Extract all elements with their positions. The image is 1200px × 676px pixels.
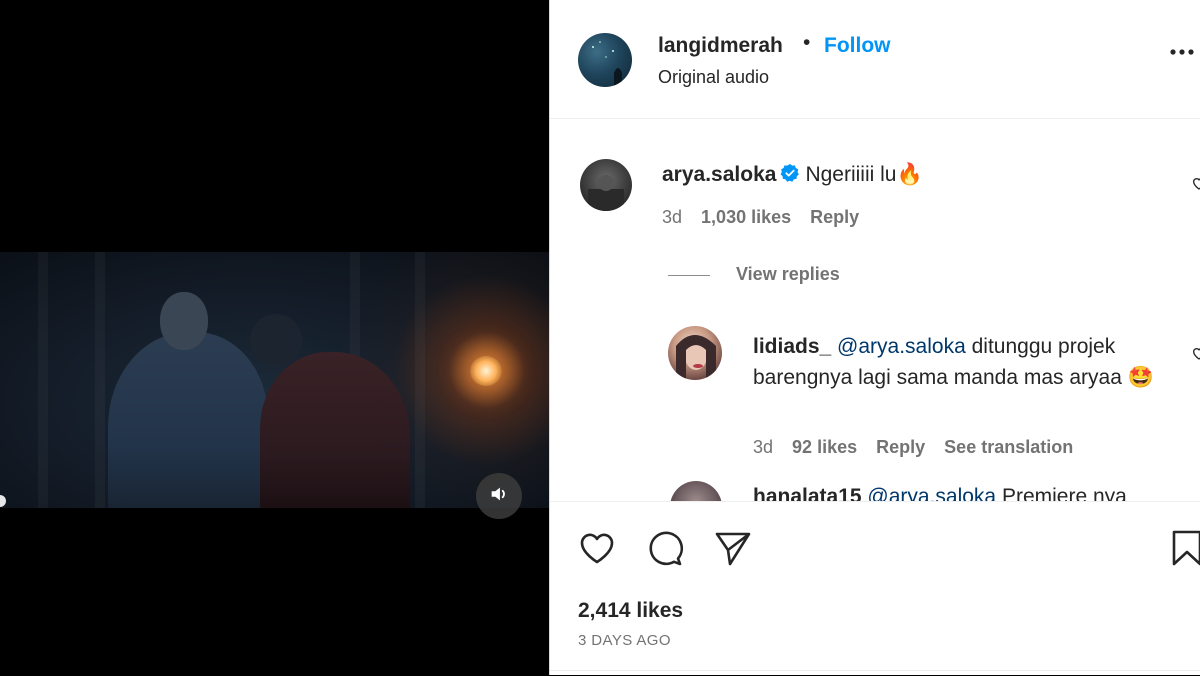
comment-reply-button[interactable]: Reply [810,207,859,227]
see-translation-button[interactable]: See translation [944,437,1073,457]
wall-stripe [38,252,48,508]
reply-username[interactable]: lidiads_ [753,335,831,358]
comment-bubble-icon [645,531,685,572]
reply-mention[interactable]: @arya.saloka [837,335,966,358]
reply-reply-button[interactable]: Reply [876,437,925,457]
comment-username[interactable]: arya.saloka [662,163,776,186]
more-horizontal-icon [1168,49,1200,66]
view-replies-line [668,275,710,276]
video-figure-man [108,332,268,508]
reply-username[interactable]: hanalata15 [753,485,862,501]
video-pane [0,0,549,675]
divider [550,670,1200,671]
reply-body: lidiads_ @arya.saloka ditunggu projek ba… [753,331,1173,393]
share-button[interactable] [713,528,753,568]
separator-dot: • [803,31,811,54]
paper-plane-icon [713,532,753,572]
owner-username[interactable]: langidmerah [658,34,783,58]
like-button[interactable] [577,528,617,568]
follow-button[interactable]: Follow [824,34,891,58]
comment-text: Ngeriiiii lu🔥 [805,163,923,186]
video-lamp [470,356,502,386]
owner-avatar[interactable] [578,33,632,87]
reply-time: 3d [753,437,774,457]
video-figure-woman-head [250,314,302,366]
reply-text: Premiere nya [1001,485,1127,501]
commenter-avatar[interactable] [580,159,632,211]
speaker-icon [488,483,510,510]
wall-stripe [95,252,105,508]
post-date: 3 DAYS AGO [578,632,671,649]
save-button[interactable] [1168,528,1200,568]
post-likes-count[interactable]: 2,414 likes [578,599,683,623]
verified-badge-icon [780,163,800,189]
reply-avatar[interactable] [668,326,722,380]
comment-line: arya.saloka Ngeriiiii lu🔥 [662,163,923,189]
video-figure-woman [260,352,410,508]
comment-meta: 3d 1,030 likes Reply [662,207,873,228]
reply-like-heart-icon[interactable] [1191,345,1200,361]
bookmark-icon [1168,530,1200,572]
post-actions-bar: 2,414 likes 3 DAYS AGO [550,501,1200,676]
reply-body: hanalata15 @arya.saloka Premiere nya [753,485,1127,501]
reply-avatar[interactable] [670,481,722,501]
video-figure-man-head [160,292,208,350]
reply-likes[interactable]: 92 likes [792,437,857,457]
audio-label[interactable]: Original audio [658,67,769,88]
reply-meta: 3d 92 likes Reply See translation [753,437,1087,458]
wall-stripe [415,252,425,508]
heart-icon [577,533,617,572]
comments-list[interactable]: arya.saloka Ngeriiiii lu🔥 3d 1,030 likes … [550,119,1200,501]
video-player[interactable] [0,252,549,508]
previous-arrow-icon[interactable] [0,490,10,512]
view-replies-label: View replies [736,264,840,284]
post-header: langidmerah • Follow Original audio [550,0,1200,119]
comment-button[interactable] [645,528,685,568]
comment-time: 3d [662,207,683,227]
mute-toggle-button[interactable] [476,473,522,519]
post-panel: langidmerah • Follow Original audio arya… [549,0,1200,675]
comment-like-heart-icon[interactable] [1191,175,1200,191]
more-options-button[interactable] [1168,42,1200,62]
comment-likes[interactable]: 1,030 likes [701,207,791,227]
reply-mention[interactable]: @arya.saloka [867,485,996,501]
